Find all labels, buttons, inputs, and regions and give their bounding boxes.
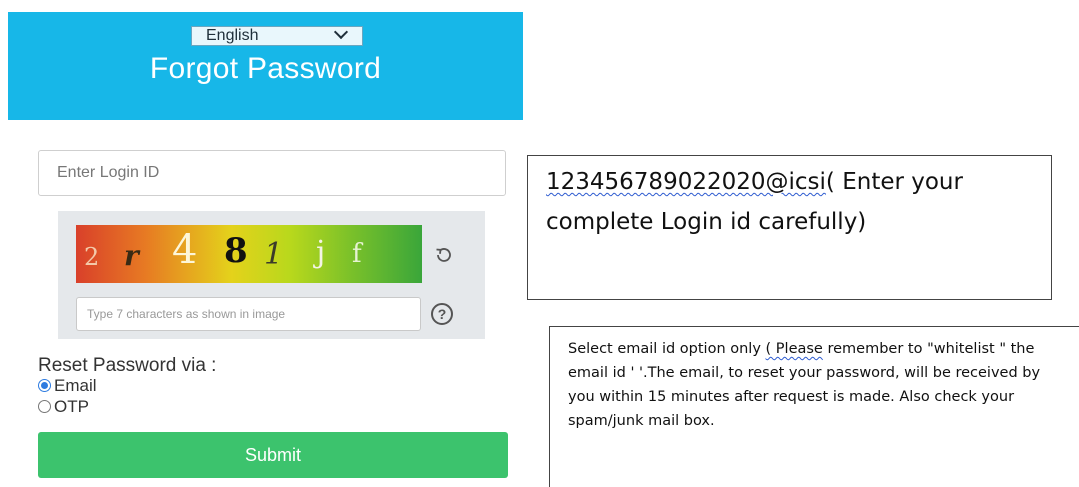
captcha-char: 4 [172,227,198,273]
refresh-icon[interactable] [434,245,454,265]
header-banner: English Forgot Password [8,12,523,120]
captcha-char: 2 [84,243,100,271]
login-id-input[interactable]: Enter Login ID [38,150,506,196]
radio-label: Email [54,376,97,395]
radio-button[interactable] [38,400,51,414]
captcha-char: r [124,239,139,272]
captcha-input[interactable]: Type 7 characters as shown in image [76,297,421,331]
captcha-char: j [316,235,326,270]
login-id-example: 123456789022020@icsi [546,169,826,195]
captcha-panel: 2 r 4 8 1 j f Type 7 characters as shown… [58,211,485,339]
language-select[interactable]: English [191,24,363,46]
radio-label: OTP [54,397,89,416]
captcha-char: 1 [264,237,284,272]
captcha-char: f [352,239,362,269]
chevron-down-icon [333,24,349,40]
language-selected-value: English [206,27,259,44]
radio-email[interactable]: Email [38,376,97,396]
radio-otp[interactable]: OTP [38,397,89,417]
login-id-note: 123456789022020@icsi( Enter your complet… [527,155,1052,300]
reset-password-label: Reset Password via : [38,355,217,376]
radio-button[interactable] [38,379,51,393]
email-note-text: Select email id option only [568,341,766,357]
captcha-image: 2 r 4 8 1 j f [76,225,422,283]
captcha-char: 8 [224,231,248,271]
submit-button[interactable]: Submit [38,432,508,478]
email-option-note: Select email id option only ( Please rem… [549,326,1079,487]
help-icon[interactable]: ? [431,303,453,325]
page-title: Forgot Password [149,52,382,85]
email-note-please: ( Please [765,341,823,357]
